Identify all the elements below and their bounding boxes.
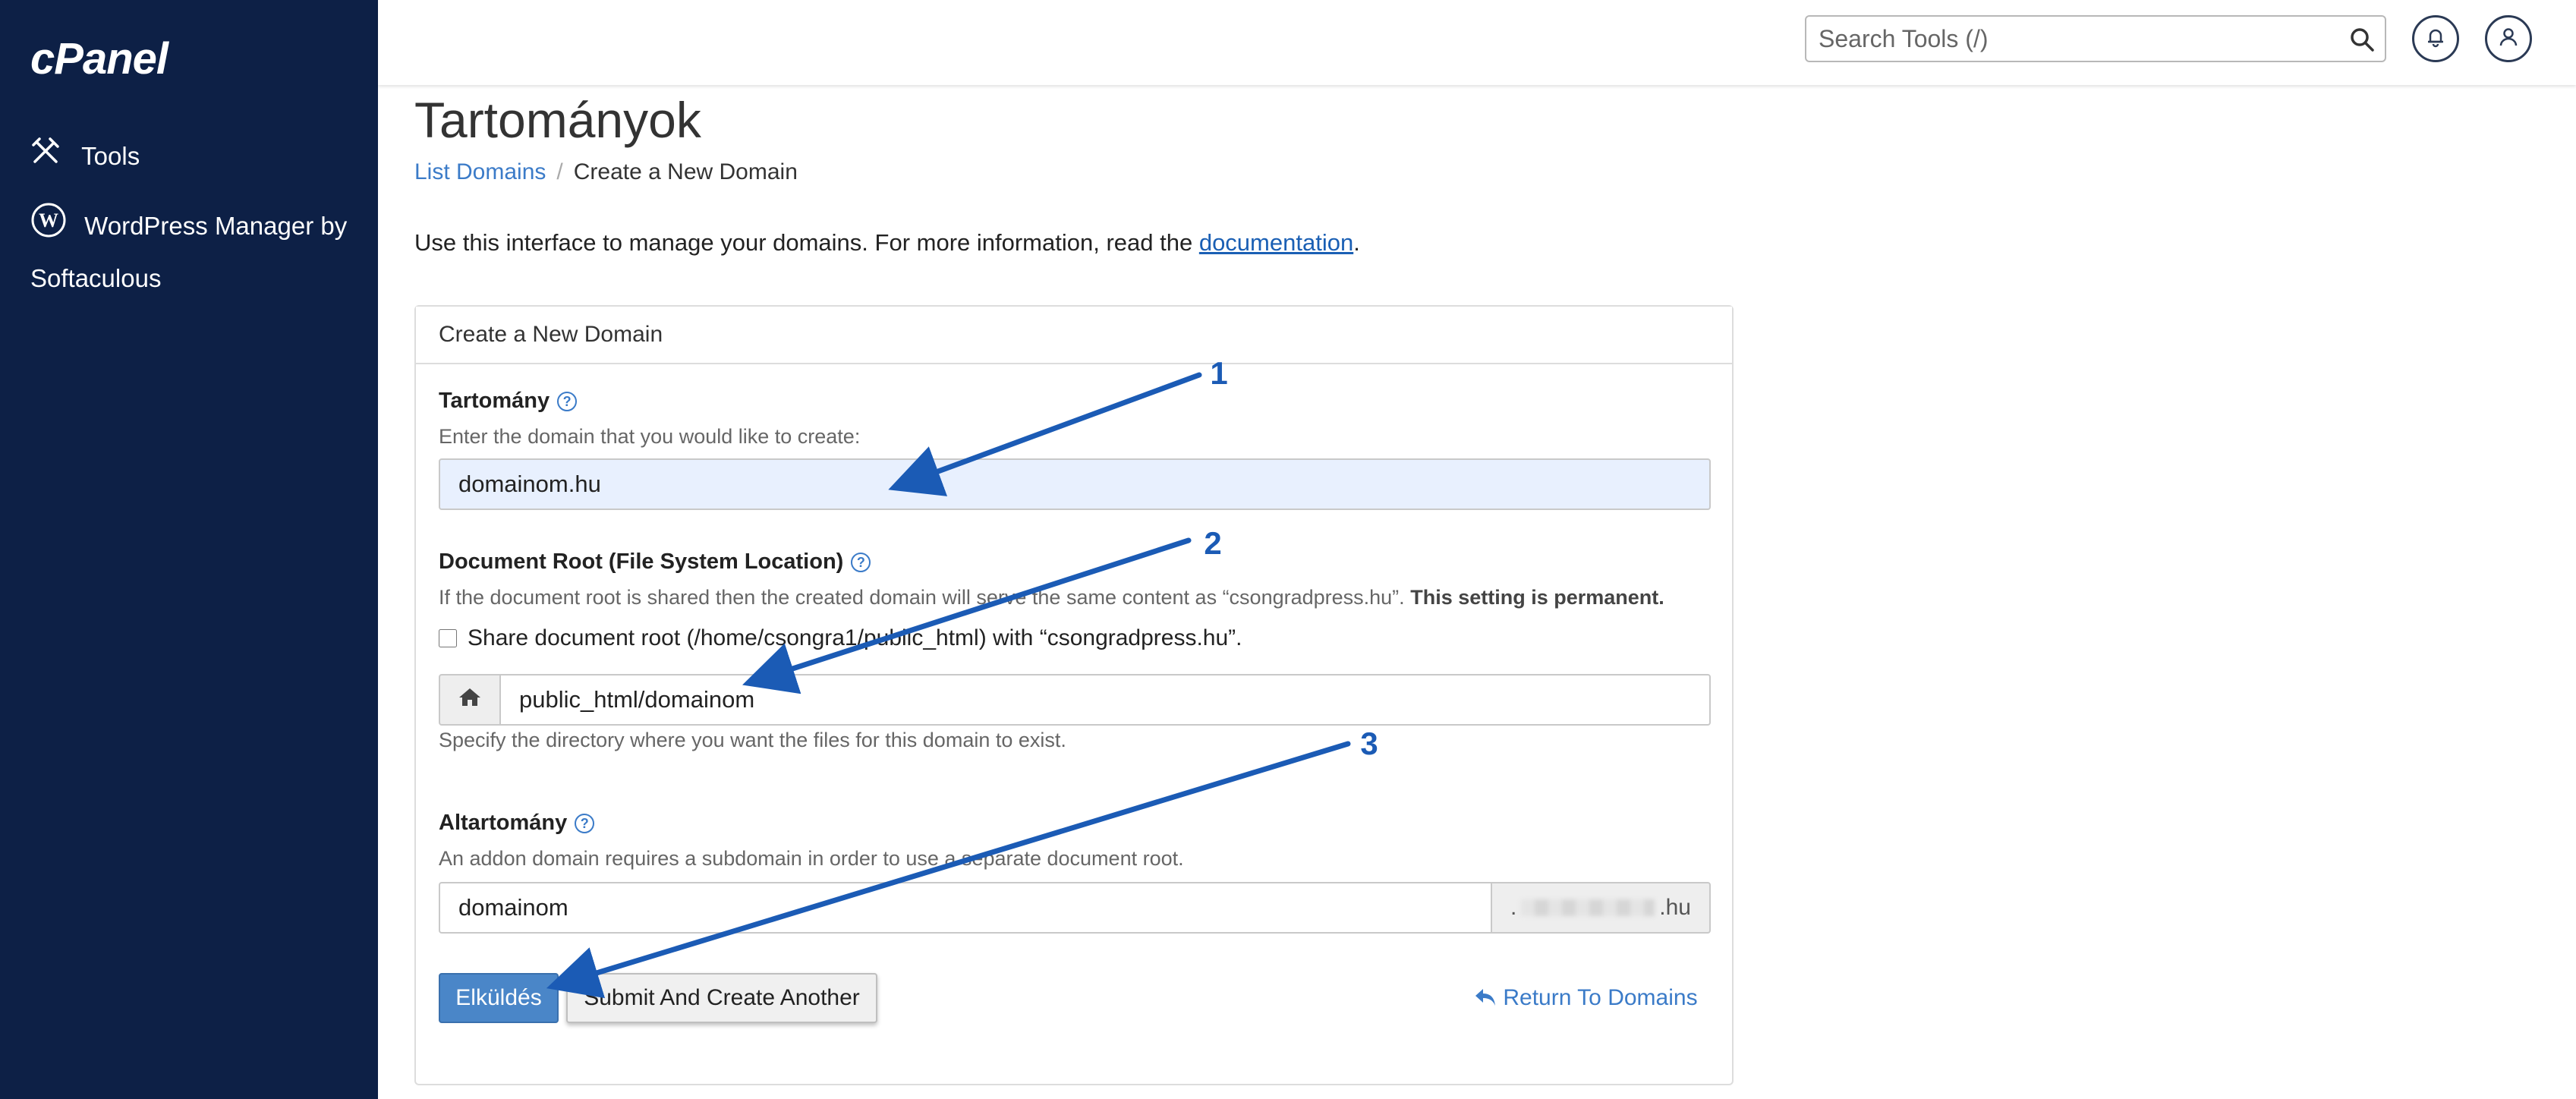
svg-text:W: W [39, 209, 58, 231]
breadcrumb-list-domains-link[interactable]: List Domains [414, 159, 546, 184]
docroot-label: Document Root (File System Location)? [439, 550, 871, 575]
submit-and-create-another-button[interactable]: Submit And Create Another [566, 973, 877, 1023]
page-title: Tartományok [414, 92, 701, 148]
sidebar-item-tools[interactable]: Tools [30, 132, 140, 182]
user-icon [2497, 26, 2520, 52]
docroot-input[interactable] [499, 674, 1711, 726]
search-input[interactable] [1805, 15, 2386, 62]
submit-button[interactable]: Elküldés [439, 973, 559, 1023]
domain-input[interactable] [439, 458, 1711, 510]
docroot-help-text: Specify the directory where you want the… [439, 729, 1066, 751]
sidebar-item-label: WordPress Manager by [84, 212, 348, 241]
help-icon[interactable]: ? [851, 553, 871, 573]
share-docroot-checkbox[interactable] [439, 629, 457, 647]
subdomain-hint: An addon domain requires a subdomain in … [439, 847, 1184, 870]
return-to-domains-label: Return To Domains [1503, 985, 1698, 1010]
tools-icon [30, 134, 61, 182]
subdomain-suffix-end: .hu [1659, 895, 1691, 920]
sidebar: cPanel Tools W WordPress Manager by Soft… [0, 0, 378, 1099]
reply-arrow-icon [1474, 985, 1503, 1010]
breadcrumb: List Domains / Create a New Domain [414, 159, 798, 185]
wordpress-icon: W [30, 202, 67, 254]
docroot-hint-bold: This setting is permanent. [1410, 586, 1664, 609]
breadcrumb-current: Create a New Domain [573, 159, 798, 184]
return-to-domains-link[interactable]: Return To Domains [1474, 985, 1698, 1011]
sidebar-item-label-line2: Softaculous [30, 264, 162, 292]
panel-title: Create a New Domain [416, 307, 1732, 364]
share-docroot-row: Share document root (/home/csongra1/publ… [439, 625, 1242, 651]
user-menu-button[interactable] [2485, 15, 2532, 62]
domain-label: Tartomány? [439, 389, 578, 414]
docroot-hint-text: If the document root is shared then the … [439, 586, 1405, 609]
home-directory-addon [439, 674, 501, 726]
intro-text: Use this interface to manage your domain… [414, 229, 1360, 257]
docroot-label-text: Document Root (File System Location) [439, 550, 844, 574]
notifications-button[interactable] [2412, 15, 2459, 62]
subdomain-suffix: . .hu [1491, 882, 1711, 934]
subdomain-suffix-start: . [1510, 895, 1517, 920]
docroot-hint: If the document root is shared then the … [439, 586, 1721, 609]
create-domain-panel: Create a New Domain Tartomány? Enter the… [414, 305, 1734, 1085]
sidebar-item-label: Tools [81, 142, 140, 170]
domain-hint: Enter the domain that you would like to … [439, 425, 861, 448]
subdomain-label-text: Altartomány [439, 811, 568, 835]
bell-icon [2424, 26, 2447, 52]
breadcrumb-separator: / [556, 159, 563, 184]
home-icon [458, 686, 482, 713]
sidebar-item-wordpress-manager[interactable]: W WordPress Manager by Softaculous [30, 202, 364, 303]
cpanel-logo[interactable]: cPanel [30, 33, 168, 84]
share-docroot-label[interactable]: Share document root (/home/csongra1/publ… [468, 625, 1242, 651]
help-icon[interactable]: ? [575, 814, 595, 834]
intro-text-end: . [1353, 229, 1360, 256]
search-icon[interactable] [2348, 26, 2376, 57]
subdomain-label: Altartomány? [439, 811, 595, 836]
domain-label-text: Tartomány [439, 389, 550, 413]
help-icon[interactable]: ? [557, 392, 578, 412]
subdomain-input[interactable] [439, 882, 1492, 934]
documentation-link[interactable]: documentation [1199, 229, 1353, 256]
intro-text-body: Use this interface to manage your domain… [414, 229, 1199, 256]
blurred-domain [1521, 899, 1655, 916]
